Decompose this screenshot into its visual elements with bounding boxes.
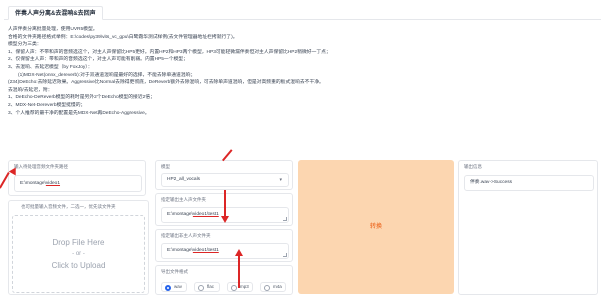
upload-dropzone[interactable]: Drop File Here - or - Click to Upload xyxy=(12,215,145,293)
description-block: 人声伴奏分离批量处理，使用UVR5模型。 合格的文件夹路径格式举例：E:\cod… xyxy=(8,26,598,117)
description-line: 1、DeEcho-DeReverb模型的耗时是另外2个DeEcho模型的接近2倍… xyxy=(8,95,155,101)
format-panel: 导出文件格式 wav flac mp3 m4a xyxy=(155,265,293,295)
tab-bar: 伴奏人声分离&去混响&去回声 xyxy=(4,6,601,20)
description-line: 合格的文件夹路径格式举例：E:\codes\py39\vits_vc_gpu\白… xyxy=(8,34,238,40)
inst-out-label: 指定输出非主人声文件夹 xyxy=(161,233,211,238)
input-dir-label: 输入待处理音频文件夹路径 xyxy=(14,164,68,169)
model-select[interactable]: HP2_all_vocals ▾ xyxy=(161,173,289,187)
radio-unselected-icon xyxy=(198,284,204,291)
model-value: HP2_all_vocals xyxy=(167,177,201,182)
input-dir-marked: video1 xyxy=(45,181,61,186)
tab-vocal-separation[interactable]: 伴奏人声分离&去混响&去回声 xyxy=(8,6,103,20)
vocal-out-prefix: E:\montage\ xyxy=(167,212,193,217)
upload-panel: 也可批量输入音频文件，二选一，优先读文件夹 Drop File Here - o… xyxy=(8,200,149,295)
description-line: 3、去混响、去延迟模型（by FoxJoy）： xyxy=(8,64,93,70)
vocal-out-marked: video1\test1 xyxy=(192,212,219,217)
format-radio-m4a[interactable]: m4a xyxy=(260,282,286,292)
format-radio-flac[interactable]: flac xyxy=(194,282,220,292)
resize-handle-icon[interactable] xyxy=(283,217,287,221)
description-line: 人声伴奏分离批量处理，使用UVR5模型。 xyxy=(8,27,98,32)
format-label: 导出文件格式 xyxy=(161,269,188,274)
input-dir-panel: 输入待处理音频文件夹路径 E:\montage\video1 xyxy=(8,160,146,196)
description-line: (234)DeEcho:去除延迟效果。Aggressive比Normal去除得更… xyxy=(8,80,324,86)
format-radio-mp3[interactable]: mp3 xyxy=(227,282,253,292)
description-line: 2、MDX-Net-Dereverb模型挺慢的； xyxy=(8,102,86,108)
chevron-down-icon: ▾ xyxy=(279,177,282,183)
inst-out-field[interactable]: E:\montage\video1\test1 xyxy=(161,243,289,259)
description-line: 2、仅保留主人声：带和声的音频选这个，对主人声可能有削弱。内置HP5一个模型； xyxy=(8,57,188,63)
description-line: 去混响/去延迟，附： xyxy=(8,87,53,93)
format-option-label: wav xyxy=(174,284,183,289)
output-info-field[interactable]: 伴奏.wav->Success xyxy=(464,175,594,191)
description-line: 3、个人推荐的最干净的配置是先MDX-Net再DeEcho-Aggressive… xyxy=(8,110,150,116)
radio-unselected-icon xyxy=(231,284,237,291)
convert-button[interactable]: 转换 xyxy=(298,160,454,294)
description-line: 模型分为三类： xyxy=(8,42,42,48)
format-option-label: m4a xyxy=(273,284,282,289)
format-option-label: flac xyxy=(207,284,215,289)
radio-unselected-icon xyxy=(264,284,270,291)
description-line: (1)MDX-Net(onnx_dereverb):对于双通道混响是最好的选择，… xyxy=(18,72,196,78)
inst-out-panel: 指定输出非主人声文件夹 E:\montage\video1\test1 xyxy=(155,229,293,262)
drop-file-text: Drop File Here xyxy=(52,238,105,247)
model-panel: 模型 HP2_all_vocals ▾ xyxy=(155,160,293,190)
format-option-label: mp3 xyxy=(240,284,249,289)
click-to-upload-text: Click to Upload xyxy=(51,261,106,270)
output-info-value: 伴奏.wav->Success xyxy=(470,180,512,185)
resize-handle-icon[interactable] xyxy=(283,253,287,257)
upload-label: 也可批量输入音频文件，二选一，优先读文件夹 xyxy=(21,204,116,209)
upload-or-text: - or - xyxy=(72,251,85,257)
output-info-panel: 输出信息 伴奏.wav->Success xyxy=(458,160,598,295)
inst-out-marked: video1\test1 xyxy=(192,248,219,253)
inst-out-prefix: E:\montage\ xyxy=(167,248,193,253)
vocal-out-label: 指定输出主人声文件夹 xyxy=(161,197,206,202)
input-dir-field[interactable]: E:\montage\video1 xyxy=(14,175,142,192)
description-line: 1、保留人声：不带和声的音频选这个，对主人声保留比HP5更好。内置HP2和HP3… xyxy=(8,49,331,55)
radio-selected-icon xyxy=(165,284,171,291)
input-dir-prefix: E:\montage\ xyxy=(20,181,46,186)
output-info-label: 输出信息 xyxy=(464,164,482,169)
format-radio-wav[interactable]: wav xyxy=(161,282,187,292)
model-label: 模型 xyxy=(161,164,170,169)
